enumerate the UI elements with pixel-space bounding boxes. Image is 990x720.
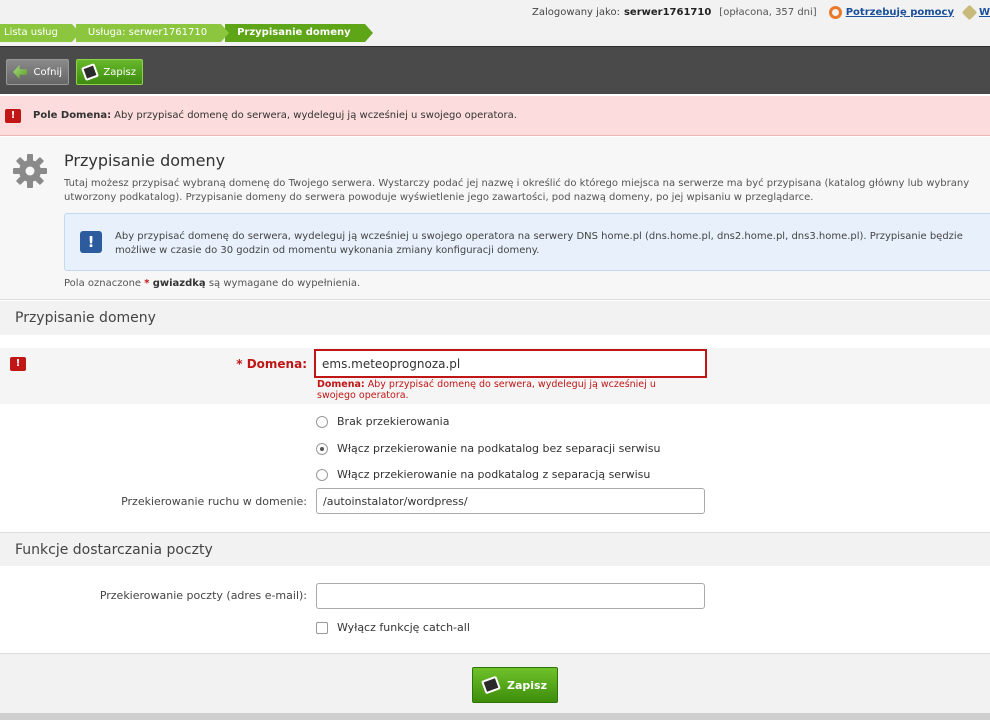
domain-label: * Domena: (236, 357, 307, 371)
radio-label: Włącz przekierowanie na podkatalog bez s… (337, 442, 661, 455)
page-description: Tutaj możesz przypisać wybraną domenę do… (64, 178, 970, 203)
domain-section-title: Przypisanie domeny (0, 301, 990, 335)
back-button-label: Cofnij (33, 66, 62, 78)
breadcrumb-service-list[interactable]: Lista usług (0, 24, 80, 42)
user-bar: Zalogowany jako: serwer1761710 [opłacona… (532, 4, 990, 20)
required-word: gwiazdką (152, 278, 206, 289)
save-button-label: Zapisz (103, 66, 136, 78)
radio-label: Brak przekierowania (337, 415, 450, 428)
save-bottom-label: Zapisz (507, 678, 547, 692)
redirect-input[interactable] (316, 488, 705, 514)
save-button[interactable]: Zapisz (76, 59, 143, 85)
breadcrumb: Lista usług Usługa: serwer1761710 Przypi… (0, 24, 373, 42)
radio-button[interactable] (316, 415, 328, 428)
mail-redirect-input[interactable] (316, 583, 705, 609)
page-header: Przypisanie domeny Tutaj możesz przypisa… (0, 137, 990, 300)
back-arrow-icon (13, 65, 28, 79)
domain-input[interactable] (314, 349, 707, 378)
error-alert-message: Aby przypisać domenę do serwera, wydeleg… (114, 110, 517, 121)
required-star: * (144, 278, 150, 289)
top-bar: Lista usług Usługa: serwer1761710 Przypi… (0, 0, 990, 46)
bottom-strip (0, 713, 990, 720)
domain-error: Domena: Aby przypisać domenę do serwera,… (317, 379, 697, 401)
warning-icon: ! (5, 108, 21, 123)
catchall-label: Wyłącz funkcję catch-all (337, 621, 470, 634)
page-title: Przypisanie domeny (64, 151, 226, 170)
required-prefix: Pola oznaczone (64, 278, 142, 289)
radio-label: Włącz przekierowanie na podkatalog z sep… (337, 468, 651, 481)
mail-section-title: Funkcje dostarczania poczty (0, 532, 990, 566)
domain-error-text: Aby przypisać domenę do serwera, wydeleg… (317, 379, 656, 401)
info-icon: ! (80, 231, 102, 253)
back-button[interactable]: Cofnij (6, 59, 69, 85)
floppy-icon (481, 675, 501, 695)
username: serwer1761710 (623, 6, 712, 18)
catchall-option[interactable]: Wyłącz funkcję catch-all (316, 621, 470, 634)
info-text: Aby przypisać domenę do serwera, wydeleg… (115, 231, 963, 256)
catchall-checkbox[interactable] (316, 621, 328, 634)
breadcrumb-service[interactable]: Usługa: serwer1761710 (75, 24, 230, 42)
save-button-bottom[interactable]: Zapisz (472, 667, 558, 703)
redirect-label: Przekierowanie ruchu w domenie: (121, 495, 307, 508)
help-link[interactable]: Potrzebuję pomocy (846, 7, 954, 18)
lifebuoy-icon (828, 5, 842, 19)
error-alert: ! Pole Domena: Aby przypisać domenę do s… (0, 96, 990, 136)
extra-link[interactable]: W (979, 7, 990, 18)
radio-no-redirect[interactable]: Brak przekierowania (316, 415, 449, 428)
footer-bar: Zapisz (0, 653, 990, 713)
radio-redirect-no-separation[interactable]: Włącz przekierowanie na podkatalog bez s… (316, 442, 660, 455)
floppy-icon (81, 62, 100, 82)
toolbar: Cofnij Zapisz (0, 46, 990, 94)
radio-button-selected[interactable] (316, 442, 328, 455)
tag-icon (961, 4, 978, 20)
field-warning-icon: ! (10, 357, 26, 371)
radio-redirect-separation[interactable]: Włącz przekierowanie na podkatalog z sep… (316, 468, 650, 481)
error-alert-field: Pole Domena: (33, 110, 112, 121)
mail-redirect-label: Przekierowanie poczty (adres e-mail): (99, 589, 307, 602)
domain-error-field: Domena: (317, 379, 365, 390)
domain-row: ! * Domena: Domena: Aby przypisać domenę… (0, 348, 990, 404)
required-suffix: są wymagane do wypełnienia. (208, 278, 361, 289)
paid-status: [opłacona, 357 dni] (719, 6, 817, 18)
domain-label-text: Domena: (246, 357, 307, 371)
logged-as-label: Zalogowany jako: (532, 6, 620, 18)
breadcrumb-current: Przypisanie domeny (225, 24, 373, 42)
radio-button[interactable] (316, 468, 328, 481)
gear-icon (13, 154, 47, 188)
required-note: Pola oznaczone * gwiazdką są wymagane do… (64, 278, 360, 289)
domain-required-star: * (236, 357, 243, 371)
info-box: ! Aby przypisać domenę do serwera, wydel… (64, 213, 990, 271)
